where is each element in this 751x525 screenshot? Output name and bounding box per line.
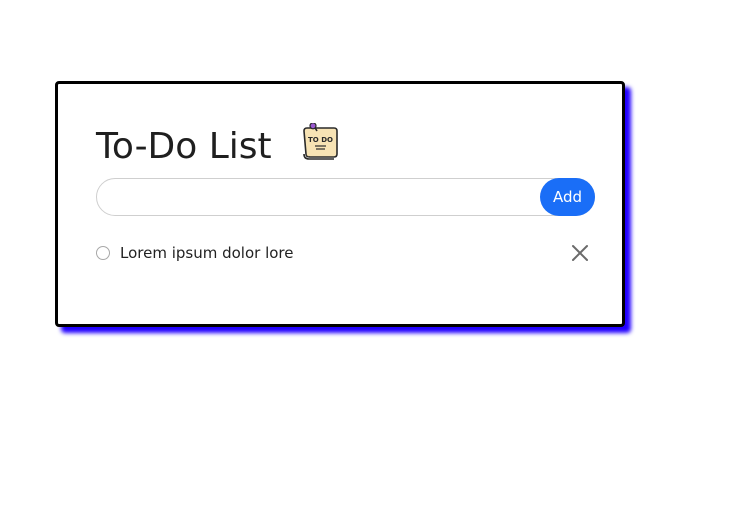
task-checkbox[interactable] xyxy=(96,246,110,260)
todo-card: To-Do List TO DO Add Lorem ipsum dolor l… xyxy=(55,81,625,327)
task-text: Lorem ipsum dolor lore xyxy=(120,244,294,262)
close-icon[interactable] xyxy=(569,242,591,264)
page-title: To-Do List xyxy=(96,126,272,167)
add-button[interactable]: Add xyxy=(540,178,595,216)
task-input[interactable] xyxy=(96,178,595,216)
list-item[interactable]: Lorem ipsum dolor lore xyxy=(96,240,595,266)
task-list: Lorem ipsum dolor lore xyxy=(96,240,595,266)
header: To-Do List TO DO xyxy=(96,122,340,172)
todo-note-icon: TO DO xyxy=(302,123,338,160)
add-task-row: Add xyxy=(96,178,595,216)
svg-text:TO DO: TO DO xyxy=(308,136,333,144)
